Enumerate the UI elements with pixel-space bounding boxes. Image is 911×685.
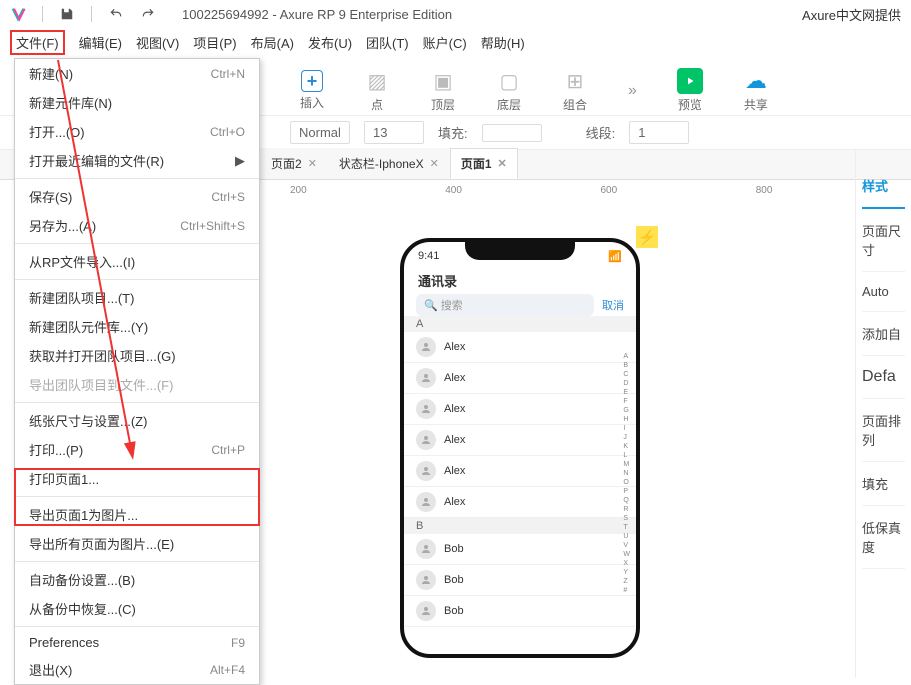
menu-item[interactable]: 从RP文件导入...(I) [15,247,259,276]
tab-page1[interactable]: 页面1✕ [450,148,518,179]
contact-section-header: A [404,316,636,332]
phone-index-bar[interactable]: ABCDEFGHIJKLMNOPQRSTUVWXYZ# [623,352,630,595]
contact-row[interactable]: Alex [404,456,636,487]
contact-row[interactable]: Alex [404,487,636,518]
menu-item[interactable]: 另存为...(A)Ctrl+Shift+S [15,211,259,240]
rp-lofi[interactable]: 低保真度 [862,506,905,569]
tool-more[interactable]: » [628,82,637,100]
tool-insert[interactable]: +插入 [300,70,324,111]
app-logo-icon [10,6,26,22]
menu-team[interactable]: 团队(T) [366,33,409,52]
menu-account[interactable]: 账户(C) [423,33,467,52]
contact-row[interactable]: Bob [404,596,636,627]
avatar-icon [416,461,436,481]
menu-help[interactable]: 帮助(H) [481,33,525,52]
line-width-field[interactable]: 1 [629,121,689,144]
fill-swatch[interactable] [482,124,542,142]
menu-item[interactable]: 退出(X)Alt+F4 [15,655,259,684]
file-dropdown-menu: 新建(N)Ctrl+N新建元件库(N)打开...(O)Ctrl+O打开最近编辑的… [14,58,260,685]
tool-preview[interactable]: 预览 [677,68,703,113]
rp-fill[interactable]: 填充 [862,462,905,506]
tool-top[interactable]: ▣顶层 [430,68,456,113]
tool-share[interactable]: ☁共享 [743,68,769,113]
avatar-icon [416,399,436,419]
menu-item[interactable]: 自动备份设置...(B) [15,565,259,594]
menu-item[interactable]: 打印...(P)Ctrl+P [15,435,259,464]
right-panel: 样式 页面尺寸 Auto 添加自 Defa 页面排列 填充 低保真度 [855,150,911,678]
avatar-icon [416,570,436,590]
phone-mockup[interactable]: ⚡ 9:41📶 通讯录 🔍 搜索 取消 AAlexAlexAlexAlexAle… [400,238,650,678]
avatar-icon [416,430,436,450]
rp-style[interactable]: 样式 [862,164,905,209]
phone-search-row: 🔍 搜索 取消 [404,294,636,316]
rp-default[interactable]: Defa [862,356,905,399]
rp-dim[interactable]: 页面尺寸 [862,209,905,272]
redo-icon[interactable] [140,6,156,22]
phone-cancel-button[interactable]: 取消 [602,297,624,313]
menu-project[interactable]: 项目(P) [193,33,236,52]
menu-bar: 文件(F) 编辑(E) 视图(V) 项目(P) 布局(A) 发布(U) 团队(T… [0,28,911,56]
menu-item[interactable]: 新建团队项目...(T) [15,283,259,312]
menu-item[interactable]: 纸张尺寸与设置...(Z) [15,406,259,435]
avatar-icon [416,539,436,559]
phone-search-input[interactable]: 🔍 搜索 [416,294,594,316]
phone-notch [465,242,575,260]
tool-bottom[interactable]: ▢底层 [496,68,522,113]
avatar-icon [416,337,436,357]
menu-item[interactable]: 新建团队元件库...(Y) [15,312,259,341]
phone-title: 通讯录 [404,267,636,294]
menu-edit[interactable]: 编辑(E) [79,33,122,52]
contact-row[interactable]: Alex [404,394,636,425]
menu-item[interactable]: 打开最近编辑的文件(R)▶ [15,146,259,175]
undo-icon[interactable] [108,6,124,22]
menu-file[interactable]: 文件(F) [10,30,65,55]
avatar-icon [416,368,436,388]
contact-row[interactable]: Bob [404,565,636,596]
menu-item[interactable]: 从备份中恢复...(C) [15,594,259,623]
rp-auto[interactable]: Auto [862,272,905,312]
tab-statusbar[interactable]: 状态栏-IphoneX✕ [328,148,450,179]
menu-item[interactable]: 导出所有页面为图片...(E) [15,529,259,558]
rp-add[interactable]: 添加自 [862,312,905,356]
fill-label: 填充: [438,123,468,142]
menu-item[interactable]: 导出页面1为图片... [15,500,259,529]
title-bar: 100225694992 - Axure RP 9 Enterprise Edi… [0,0,911,28]
menu-item[interactable]: 新建元件库(N) [15,88,259,117]
provider-label: Axure中文网提供 [802,5,901,24]
contact-row[interactable]: Alex [404,332,636,363]
contact-row[interactable]: Alex [404,363,636,394]
avatar-icon [416,492,436,512]
tool-point[interactable]: ▨点 [364,68,390,113]
save-icon[interactable] [59,6,75,22]
rp-align[interactable]: 页面排列 [862,399,905,462]
menu-item[interactable]: PreferencesF9 [15,630,259,655]
menu-item[interactable]: 打开...(O)Ctrl+O [15,117,259,146]
menu-item[interactable]: 新建(N)Ctrl+N [15,59,259,88]
menu-item[interactable]: 获取并打开团队项目...(G) [15,341,259,370]
close-icon[interactable]: ✕ [498,157,507,170]
close-icon[interactable]: ✕ [308,157,317,170]
document-title: 100225694992 - Axure RP 9 Enterprise Edi… [182,7,452,22]
menu-publish[interactable]: 发布(U) [308,33,352,52]
avatar-icon [416,601,436,621]
menu-item: 导出团队项目到文件...(F) [15,370,259,399]
tab-page2[interactable]: 页面2✕ [260,148,328,179]
tool-group[interactable]: ⊞组合 [562,68,588,113]
contact-row[interactable]: Bob [404,534,636,565]
menu-item[interactable]: 打印页面1... [15,464,259,493]
menu-layout[interactable]: 布局(A) [251,33,294,52]
close-icon[interactable]: ✕ [430,157,439,170]
menu-item[interactable]: 保存(S)Ctrl+S [15,182,259,211]
contact-section-header: B [404,518,636,534]
contact-row[interactable]: Alex [404,425,636,456]
lightning-icon[interactable]: ⚡ [636,226,658,248]
menu-view[interactable]: 视图(V) [136,33,179,52]
style-select[interactable]: Normal [290,121,350,144]
font-size-field[interactable]: 13 [364,121,424,144]
line-label: 线段: [586,123,616,142]
phone-contact-list[interactable]: AAlexAlexAlexAlexAlexAlexBBobBobBob [404,316,636,627]
